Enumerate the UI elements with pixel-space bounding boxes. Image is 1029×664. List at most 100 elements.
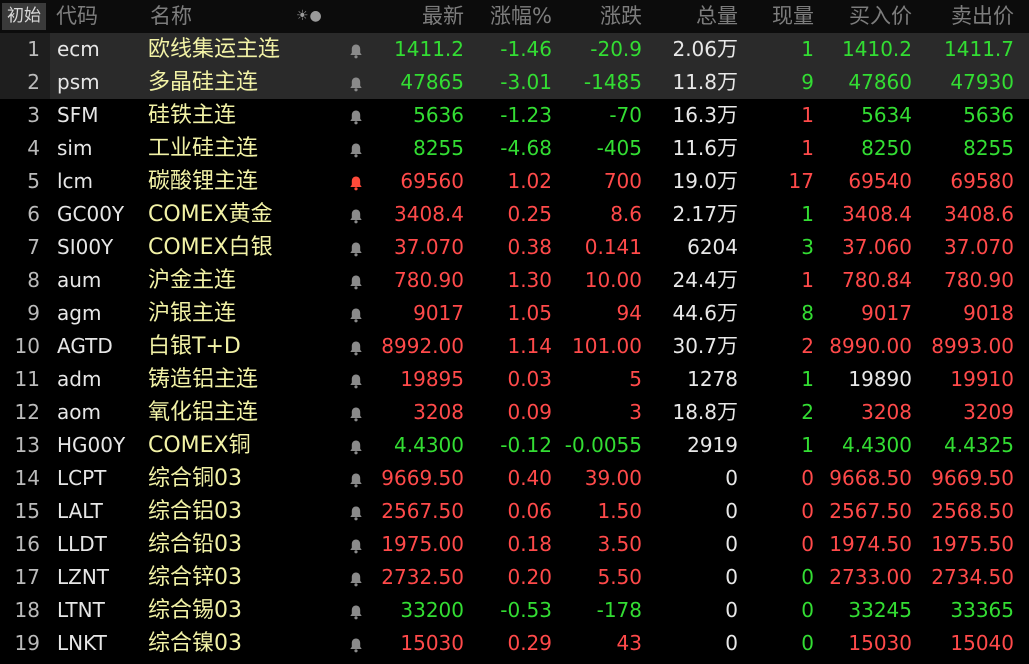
table-row[interactable]: 16 LLDT 综合铅03 1975.00 0.18 3.50 0 0 1974.50 1975.… — [0, 528, 1029, 561]
symbol-name[interactable]: 沪银主连 — [148, 297, 236, 330]
bell-icon[interactable] — [346, 462, 366, 495]
symbol-code[interactable]: LLDT — [57, 528, 107, 561]
header-ask[interactable]: 卖出价 — [912, 0, 1014, 33]
header-vol[interactable]: 总量 — [642, 0, 738, 33]
symbol-code[interactable]: HG00Y — [57, 429, 125, 462]
symbol-name[interactable]: 工业硅主连 — [148, 132, 258, 165]
table-row[interactable]: 5 lcm 碳酸锂主连 69560 1.02 700 19.0万 17 69540 69580 — [0, 165, 1029, 198]
last-price-cell: 1411.2 — [394, 37, 464, 61]
symbol-code[interactable]: psm — [57, 66, 100, 99]
symbol-name[interactable]: 综合铜03 — [148, 462, 242, 495]
table-row[interactable]: 4 sim 工业硅主连 8255 -4.68 -405 11.6万 1 8250 8255 — [0, 132, 1029, 165]
symbol-name[interactable]: 白银T+D — [148, 330, 241, 363]
symbol-name[interactable]: 铸造铝主连 — [148, 363, 258, 396]
row-index: 3 — [27, 103, 40, 127]
bell-icon[interactable] — [346, 594, 366, 627]
last-price-cell: 9017 — [413, 301, 464, 325]
header-code[interactable]: 代码 — [56, 0, 98, 33]
bell-icon[interactable] — [346, 165, 366, 198]
table-row[interactable]: 6 GC00Y COMEX黄金 3408.4 0.25 8.6 2.17万 1 3408.4 34… — [0, 198, 1029, 231]
table-row[interactable]: 14 LCPT 综合铜03 9669.50 0.40 39.00 0 0 9668.50 9669… — [0, 462, 1029, 495]
bell-icon[interactable] — [346, 561, 366, 594]
table-row[interactable]: 17 LZNT 综合锌03 2732.50 0.20 5.50 0 0 2733.00 2734.… — [0, 561, 1029, 594]
symbol-name[interactable]: 综合锡03 — [148, 594, 242, 627]
symbol-name[interactable]: 氧化铝主连 — [148, 396, 258, 429]
symbol-code[interactable]: ecm — [57, 33, 100, 66]
header-last[interactable]: 最新 — [374, 0, 464, 33]
table-row[interactable]: 7 SI00Y COMEX白银 37.070 0.38 0.141 6204 3 37.060 3… — [0, 231, 1029, 264]
symbol-code[interactable]: adm — [57, 363, 101, 396]
symbol-code[interactable]: LCPT — [57, 462, 106, 495]
header-cur[interactable]: 现量 — [738, 0, 814, 33]
bell-icon[interactable] — [346, 198, 366, 231]
symbol-code[interactable]: GC00Y — [57, 198, 124, 231]
symbol-name[interactable]: 综合铝03 — [148, 495, 242, 528]
table-row[interactable]: 18 LTNT 综合锡03 33200 -0.53 -178 0 0 33245 33365 — [0, 594, 1029, 627]
symbol-code[interactable]: agm — [57, 297, 101, 330]
symbol-name[interactable]: COMEX白银 — [148, 231, 273, 264]
table-row[interactable]: 13 HG00Y COMEX铜 4.4300 -0.12 -0.0055 2919 1 4.43… — [0, 429, 1029, 462]
bell-icon[interactable] — [346, 99, 366, 132]
symbol-code[interactable]: LTNT — [57, 594, 105, 627]
bell-icon[interactable] — [346, 297, 366, 330]
last-price-cell: 8255 — [413, 136, 464, 160]
current-volume-cell: 1 — [801, 136, 814, 160]
header-bid[interactable]: 买入价 — [814, 0, 912, 33]
bell-icon[interactable] — [346, 264, 366, 297]
symbol-name[interactable]: 综合铅03 — [148, 528, 242, 561]
table-row[interactable]: 3 SFM 硅铁主连 5636 -1.23 -70 16.3万 1 5634 5636 — [0, 99, 1029, 132]
symbol-name[interactable]: 沪金主连 — [148, 264, 236, 297]
header-chg[interactable]: 涨跌 — [552, 0, 642, 33]
table-row[interactable]: 8 aum 沪金主连 780.90 1.30 10.00 24.4万 1 780.84 780.9… — [0, 264, 1029, 297]
bell-icon[interactable] — [346, 396, 366, 429]
table-row[interactable]: 11 adm 铸造铝主连 19895 0.03 5 1278 1 19890 19910 — [0, 363, 1029, 396]
bell-icon[interactable] — [346, 132, 366, 165]
symbol-code[interactable]: SI00Y — [57, 231, 113, 264]
symbol-name[interactable]: 硅铁主连 — [148, 99, 236, 132]
bell-icon[interactable] — [346, 66, 366, 99]
symbol-name[interactable]: COMEX铜 — [148, 429, 251, 462]
symbol-name[interactable]: 碳酸锂主连 — [148, 165, 258, 198]
symbol-code[interactable]: lcm — [57, 165, 93, 198]
bid-price-cell: 780.84 — [842, 268, 912, 292]
change-pct-cell: 0.25 — [507, 202, 552, 226]
symbol-code[interactable]: AGTD — [57, 330, 113, 363]
header-name[interactable]: 名称 — [150, 0, 192, 33]
symbol-name[interactable]: 欧线集运主连 — [148, 33, 280, 66]
symbol-code[interactable]: LALT — [57, 495, 103, 528]
symbol-name[interactable]: COMEX黄金 — [148, 198, 273, 231]
sun-dot-icon[interactable]: ☀● — [296, 0, 323, 33]
bell-icon[interactable] — [346, 528, 366, 561]
table-row[interactable]: 10 AGTD 白银T+D 8992.00 1.14 101.00 30.7万 2 8990.0… — [0, 330, 1029, 363]
change-cell: -20.9 — [590, 37, 642, 61]
table-row[interactable]: 2 psm 多晶硅主连 47865 -3.01 -1485 11.8万 9 47860 47930 — [0, 66, 1029, 99]
symbol-code[interactable]: LZNT — [57, 561, 109, 594]
table-row[interactable]: 15 LALT 综合铝03 2567.50 0.06 1.50 0 0 2567.50 2568.… — [0, 495, 1029, 528]
table-row[interactable]: 9 agm 沪银主连 9017 1.05 94 44.6万 8 9017 9018 — [0, 297, 1029, 330]
bell-icon[interactable] — [346, 627, 366, 660]
bell-icon[interactable] — [346, 363, 366, 396]
table-row[interactable]: 19 LNKT 综合镍03 15030 0.29 43 0 0 15030 15040 — [0, 627, 1029, 660]
symbol-code[interactable]: SFM — [57, 99, 98, 132]
symbol-code[interactable]: LNKT — [57, 627, 107, 660]
current-volume-cell: 1 — [801, 202, 814, 226]
current-volume-cell: 8 — [801, 301, 814, 325]
symbol-name[interactable]: 综合锌03 — [148, 561, 242, 594]
symbol-code[interactable]: sim — [57, 132, 92, 165]
bell-icon[interactable] — [346, 33, 366, 66]
symbol-name[interactable]: 多晶硅主连 — [148, 66, 258, 99]
ask-price-cell: 8993.00 — [931, 334, 1014, 358]
table-row[interactable]: 12 aom 氧化铝主连 3208 0.09 3 18.8万 2 3208 3209 — [0, 396, 1029, 429]
symbol-code[interactable]: aom — [57, 396, 101, 429]
initial-button[interactable]: 初始 — [2, 3, 46, 30]
bell-icon[interactable] — [346, 429, 366, 462]
symbol-code[interactable]: aum — [57, 264, 101, 297]
header-pct[interactable]: 涨幅% — [464, 0, 552, 33]
table-row[interactable]: 1 ecm 欧线集运主连 1411.2 -1.46 -20.9 2.06万 1 1410.2 14… — [0, 33, 1029, 66]
row-index: 7 — [27, 235, 40, 259]
bell-icon[interactable] — [346, 330, 366, 363]
bell-icon[interactable] — [346, 231, 366, 264]
last-price-cell: 2732.50 — [381, 565, 464, 589]
bell-icon[interactable] — [346, 495, 366, 528]
symbol-name[interactable]: 综合镍03 — [148, 627, 242, 660]
